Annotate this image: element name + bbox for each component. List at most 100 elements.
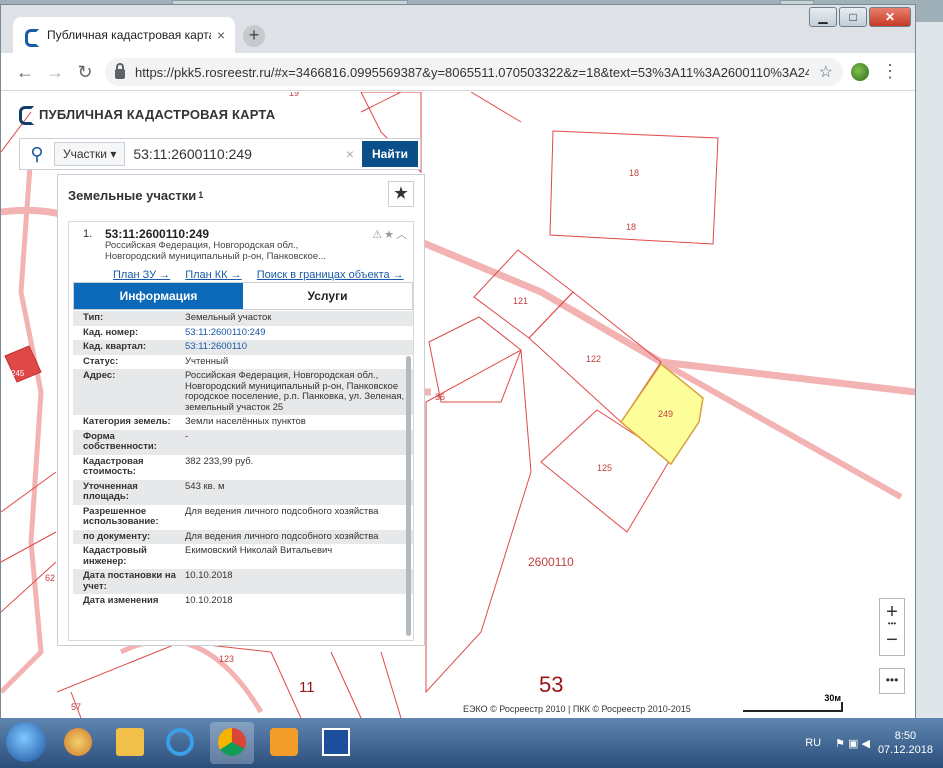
plan-zu-link[interactable]: План ЗУ →: [113, 269, 170, 281]
taskbar-explorer-icon[interactable]: [108, 722, 152, 764]
results-header: Земельные участки 1 ★: [58, 175, 424, 215]
minimize-button[interactable]: ▁: [809, 7, 837, 27]
label-57: 57: [71, 702, 81, 712]
forward-button[interactable]: →: [43, 60, 67, 84]
result-address-line2: Новгородский муниципальный р-он, Панковс…: [105, 251, 327, 262]
taskbar-chrome-icon[interactable]: [210, 722, 254, 764]
label-123: 123: [219, 654, 234, 664]
info-row-key: Дата постановки на учет:: [83, 570, 176, 592]
system-tray: RU ⚑ ▣ ◀ 8:50 07.12.2018: [805, 718, 943, 768]
info-row-key: Форма собственности:: [83, 430, 157, 452]
back-button[interactable]: ←: [13, 60, 37, 84]
browser-toolbar: ← → ↻ https://pkk5.rosreestr.ru/#x=34668…: [1, 53, 915, 91]
info-row: Дата постановки на учет: 10.10.2018: [73, 569, 413, 594]
tray-icons[interactable]: ⚑ ▣ ◀: [835, 737, 870, 750]
app-title: ПУБЛИЧНАЯ КАДАСТРОВАЯ КАРТА: [39, 106, 276, 122]
reload-button[interactable]: ↻: [73, 60, 97, 84]
search-input[interactable]: 53:11:2600110:249: [133, 146, 345, 162]
label-245: 245: [11, 369, 25, 378]
result-cadnum: 53:11:2600110:249: [105, 227, 210, 241]
info-row: Кад. номер: 53:11:2600110:249: [73, 326, 413, 341]
taskbar-ie-icon[interactable]: [158, 722, 202, 764]
road-band: [659, 359, 903, 500]
label-249: 249: [658, 409, 673, 419]
map-viewport[interactable]: 18 18 121 122 249 125 36 62 123 19 57 24…: [1, 92, 915, 718]
info-row-key: Уточненная площадь:: [83, 480, 138, 502]
info-row: Разрешенное использование: Для ведения ли…: [73, 505, 413, 530]
tab-title: Публичная кадастровая карта: [47, 28, 211, 42]
road-band: [1, 151, 44, 694]
browser-window: Публичная кадастровая карта × + ▁ □ ✕ ← …: [0, 4, 916, 718]
search-bar: ⚲ Участки ▾ 53:11:2600110:249 × Найти: [19, 138, 421, 170]
address-bar[interactable]: https://pkk5.rosreestr.ru/#x=3466816.099…: [105, 58, 843, 86]
map-scale: 30м: [743, 693, 843, 712]
road-band: [119, 638, 264, 714]
browser-menu-icon[interactable]: ⋮: [881, 61, 899, 82]
result-action-icons[interactable]: ⚠★︿: [372, 226, 409, 242]
result-index: 1.: [83, 228, 93, 240]
parcel-line: [360, 92, 402, 113]
info-row-key: Кадастровый инженер:: [83, 545, 147, 567]
info-row-key: Дата изменения: [83, 595, 159, 606]
info-row: Тип: Земельный участок: [73, 311, 413, 326]
info-row-value[interactable]: 53:11:2600110:249: [185, 327, 413, 339]
extension-icon[interactable]: [851, 63, 869, 81]
start-button[interactable]: [6, 722, 46, 762]
object-type-dropdown[interactable]: Участки ▾: [54, 142, 126, 166]
label-18b: 18: [626, 222, 636, 232]
zoom-out-button[interactable]: −: [880, 627, 904, 655]
info-row-value: Для ведения личного подсобного хозяйства: [185, 505, 379, 517]
info-row: Форма собственности: -: [73, 429, 413, 455]
info-row-value: 543 кв. м: [185, 480, 225, 492]
label-122: 122: [586, 354, 601, 364]
info-row-value[interactable]: 53:11:2600110: [185, 341, 413, 353]
language-indicator[interactable]: RU: [805, 737, 821, 749]
map-attribution: ЕЭКО © Росреестр 2010 | ПКК © Росреестр …: [463, 704, 691, 714]
taskbar-app-icon[interactable]: [314, 722, 358, 764]
parcel-36[interactable]: [428, 316, 522, 403]
bookmark-star-icon[interactable]: ☆: [819, 62, 833, 82]
clear-search-button[interactable]: ×: [346, 146, 354, 162]
info-row-value: 382 233,99 руб.: [185, 455, 254, 467]
maximize-button[interactable]: □: [839, 7, 867, 27]
plan-kk-link[interactable]: План КК →: [185, 269, 241, 281]
info-row-value: -: [185, 430, 189, 442]
scale-label: 30м: [824, 693, 841, 703]
district-label-11: 11: [299, 679, 315, 696]
info-row-key: Адрес:: [83, 370, 116, 381]
new-tab-button[interactable]: +: [243, 25, 265, 47]
parcel-line: [330, 651, 362, 718]
tab-close-button[interactable]: ×: [217, 27, 225, 43]
tab-services[interactable]: Услуги: [243, 283, 412, 309]
more-tools-button[interactable]: •••: [879, 668, 905, 694]
taskbar-paint-icon[interactable]: [56, 722, 100, 764]
search-icon[interactable]: ⚲: [20, 144, 54, 165]
taskbar: RU ⚑ ▣ ◀ 8:50 07.12.2018: [0, 718, 943, 768]
panel-scrollbar[interactable]: [406, 356, 411, 636]
window-close-button[interactable]: ✕: [869, 7, 911, 27]
object-type-label: Участки: [63, 147, 107, 161]
find-button[interactable]: Найти: [362, 141, 418, 167]
taskbar-media-icon[interactable]: [262, 722, 306, 764]
label-125: 125: [597, 463, 612, 473]
info-row-key: Кадастровая стоимость:: [83, 455, 144, 477]
info-row: Статус: Учтенный: [73, 355, 413, 370]
info-row-key: по документу:: [83, 530, 151, 542]
search-within-link[interactable]: Поиск в границах объекта →: [257, 269, 404, 281]
clock[interactable]: 8:50 07.12.2018: [878, 729, 933, 757]
info-row-value: Екимовский Николай Витальевич: [185, 545, 333, 556]
window-controls: ▁ □ ✕: [807, 7, 911, 27]
label-19: 19: [289, 92, 299, 98]
info-row-value: Земли населённых пунктов: [185, 416, 306, 427]
info-row: Категория земель: Земли населённых пункто…: [73, 415, 413, 430]
browser-tab[interactable]: Публичная кадастровая карта ×: [13, 17, 235, 53]
tab-information[interactable]: Информация: [74, 283, 243, 309]
info-tabs: Информация Услуги: [73, 282, 413, 310]
label-62: 62: [45, 573, 55, 583]
label-36: 36: [435, 392, 445, 402]
clock-date: 07.12.2018: [877, 744, 933, 756]
info-row-key: Статус:: [83, 355, 119, 367]
parcel-line: [1, 471, 57, 513]
result-card: 1. 53:11:2600110:249 Российская Федераци…: [68, 221, 414, 641]
favorites-star-button[interactable]: ★: [388, 181, 414, 207]
